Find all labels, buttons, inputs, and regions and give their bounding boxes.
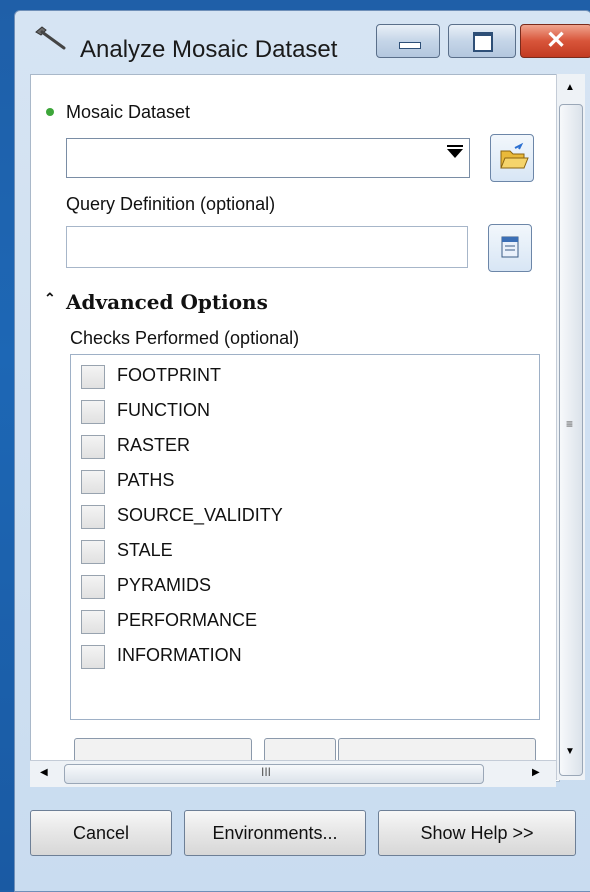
checkbox-stale[interactable] — [81, 540, 105, 564]
checkbox-paths[interactable] — [81, 470, 105, 494]
checkbox-information[interactable] — [81, 645, 105, 669]
checkbox-label-function: FUNCTION — [117, 400, 210, 420]
checkbox-label-performance: PERFORMANCE — [117, 610, 258, 630]
close-button[interactable]: ✕ — [520, 24, 590, 58]
close-icon: ✕ — [545, 27, 567, 54]
minimize-button[interactable] — [376, 24, 440, 58]
checkbox-label-pyramids: PYRAMIDS — [117, 575, 212, 595]
scroll-grip-icon: ≡ — [566, 417, 574, 431]
sql-query-builder-button[interactable] — [488, 224, 532, 272]
vertical-scroll-thumb[interactable]: ≡ — [559, 104, 583, 776]
checks-list: FOOTPRINT FUNCTION RASTER PATHS SOURCE_V… — [70, 354, 540, 720]
checkbox-performance[interactable] — [81, 610, 105, 634]
checkbox-footprint[interactable] — [81, 365, 105, 389]
scroll-left-arrow-icon[interactable]: ◀ — [40, 767, 48, 778]
scroll-down-arrow-icon[interactable]: ▼ — [565, 746, 575, 757]
maximize-button[interactable] — [448, 24, 516, 58]
checkbox-label-stale: STALE — [117, 540, 173, 560]
browse-folder-button[interactable] — [490, 134, 534, 182]
checkbox-label-information: INFORMATION — [117, 645, 242, 665]
checkbox-raster[interactable] — [81, 435, 105, 459]
checkbox-function[interactable] — [81, 400, 105, 424]
scroll-grip-icon: III — [261, 765, 272, 779]
mosaic-dataset-label: Mosaic Dataset — [66, 102, 191, 122]
partial-buttons-row — [70, 738, 538, 760]
query-definition-input[interactable] — [66, 226, 468, 268]
tool-hammer-icon — [35, 26, 66, 50]
show-help-button[interactable]: Show Help >> — [378, 810, 576, 856]
horizontal-scroll-thumb[interactable]: III — [64, 764, 484, 784]
add-value-button-partial[interactable] — [338, 738, 536, 760]
checkbox-label-source-validity: SOURCE_VALIDITY — [117, 505, 283, 525]
required-indicator-icon — [46, 108, 54, 116]
collapse-chevron-icon[interactable]: ⌃ — [44, 290, 56, 307]
checkbox-label-raster: RASTER — [117, 435, 191, 455]
horizontal-scrollbar[interactable]: ◀ III ▶ — [30, 760, 556, 787]
checkbox-pyramids[interactable] — [81, 575, 105, 599]
open-folder-icon — [500, 142, 529, 169]
sql-icon — [501, 236, 519, 258]
checkbox-source-validity[interactable] — [81, 505, 105, 529]
scroll-right-arrow-icon[interactable]: ▶ — [532, 767, 540, 778]
mosaic-dataset-dropdown[interactable] — [66, 138, 470, 178]
advanced-options-header[interactable]: Advanced Options — [66, 290, 268, 314]
environments-button[interactable]: Environments... — [184, 810, 366, 856]
chevron-down-icon — [447, 145, 463, 158]
query-definition-label: Query Definition (optional) — [66, 194, 276, 214]
scroll-up-arrow-icon[interactable]: ▲ — [565, 82, 575, 93]
unselect-all-button-partial[interactable] — [264, 738, 336, 760]
select-all-button-partial[interactable] — [74, 738, 252, 760]
window-title: Analyze Mosaic Dataset — [80, 36, 338, 63]
checks-performed-label: Checks Performed (optional) — [70, 328, 300, 348]
checkbox-label-footprint: FOOTPRINT — [117, 365, 221, 385]
cancel-button[interactable]: Cancel — [30, 810, 172, 856]
checkbox-label-paths: PATHS — [117, 470, 175, 490]
vertical-scrollbar[interactable]: ▲ ≡ ▼ — [556, 74, 585, 780]
